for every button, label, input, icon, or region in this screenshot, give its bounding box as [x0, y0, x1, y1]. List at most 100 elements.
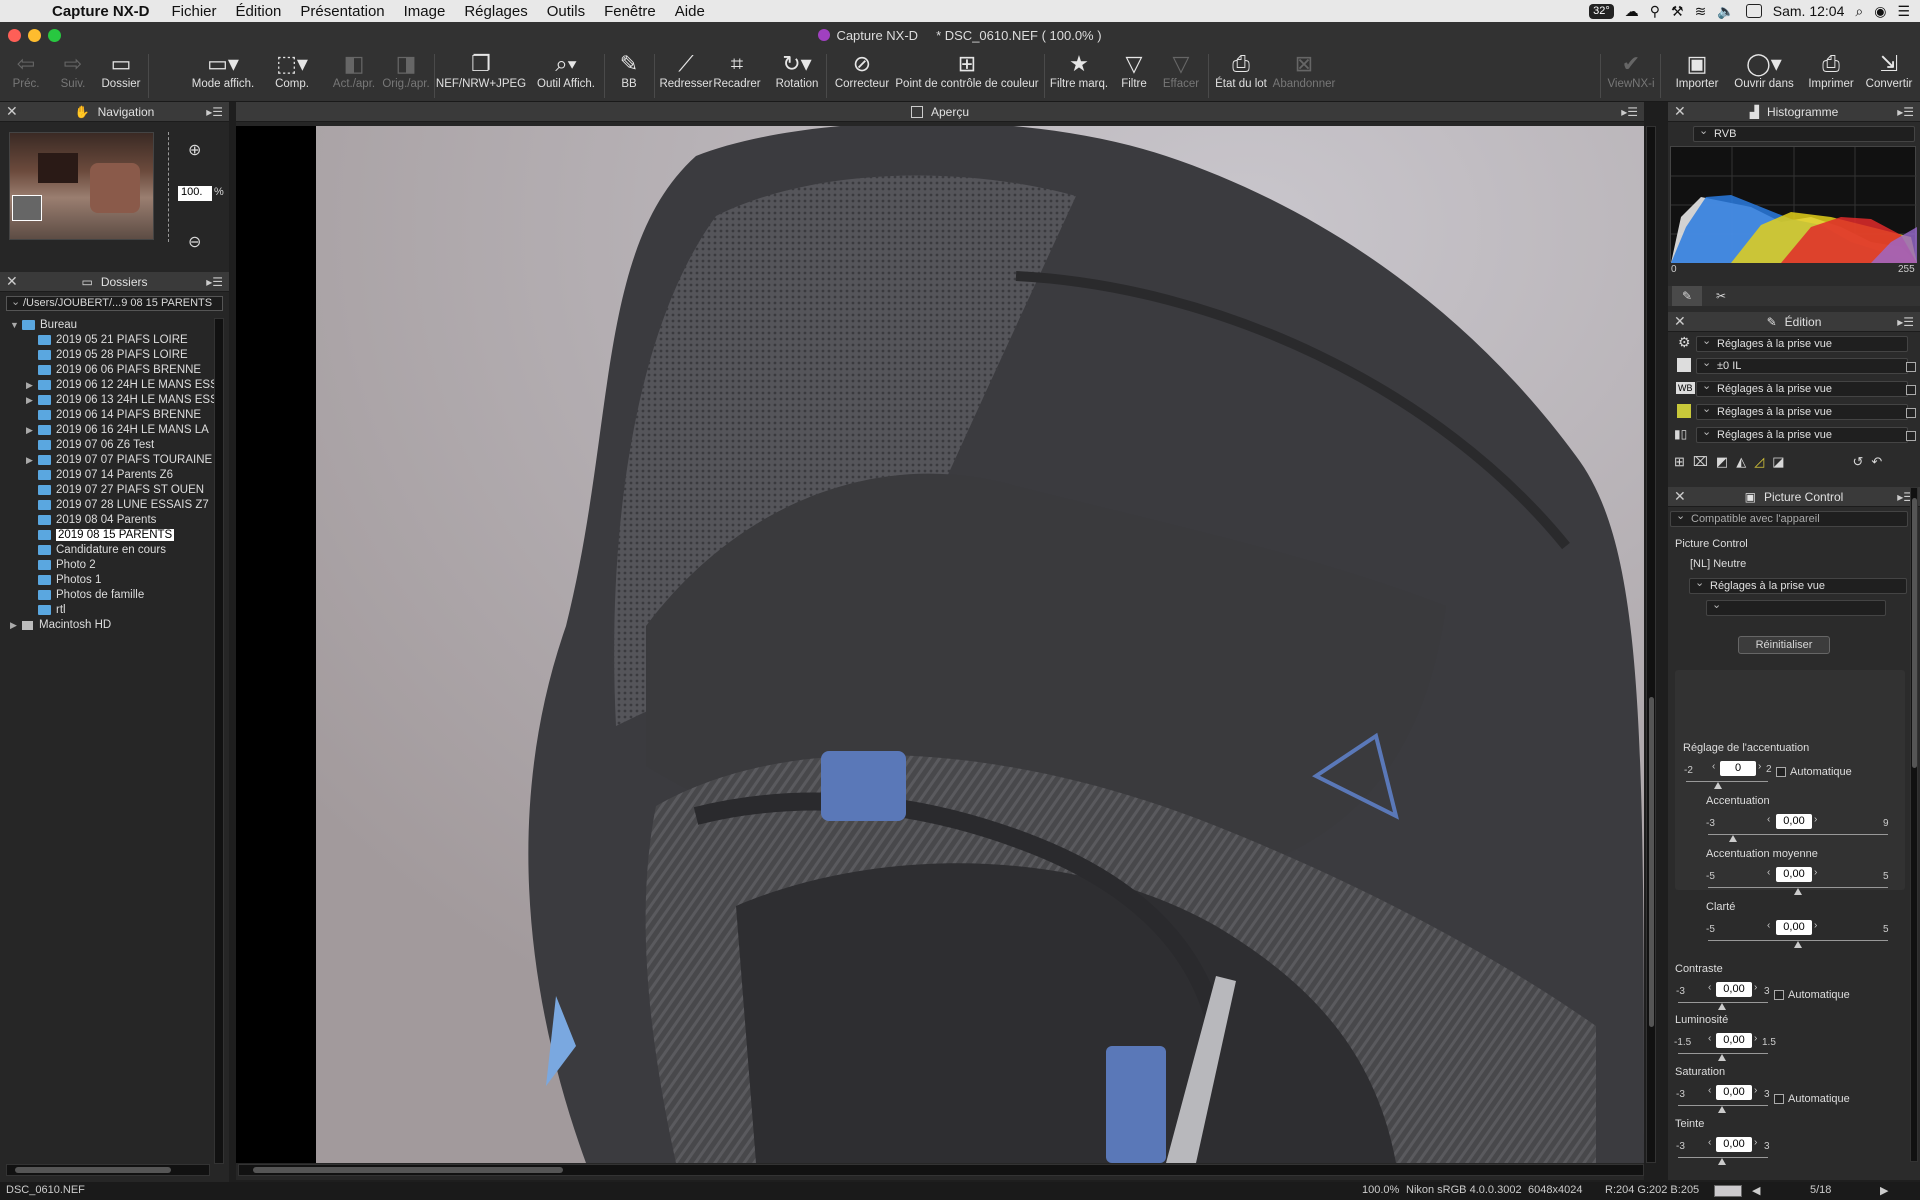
panel-menu-icon[interactable]: ▸☰: [1897, 315, 1914, 329]
close-window-button[interactable]: [8, 29, 21, 42]
convert-button[interactable]: ⇲ Convertir: [1864, 50, 1914, 102]
panel-menu-icon[interactable]: ▸☰: [206, 105, 223, 119]
compat-select[interactable]: Compatible avec l'appareil: [1670, 509, 1908, 527]
zoom-in-icon[interactable]: ⊕: [188, 140, 201, 160]
viewnx-button[interactable]: ✔ ViewNX-i: [1607, 50, 1655, 102]
zoom-input[interactable]: 100.: [178, 186, 212, 201]
contrast-auto-checkbox[interactable]: [1774, 990, 1784, 1000]
original-after-button[interactable]: ◨ Orig./apr.: [379, 50, 433, 102]
tree-item[interactable]: rtl: [38, 603, 66, 617]
contrast-knob[interactable]: [1718, 1003, 1726, 1010]
viewer-vscrollbar[interactable]: [1646, 126, 1656, 1163]
tone-select[interactable]: Réglages à la prise vue: [1696, 425, 1908, 443]
color-control-point-button[interactable]: ⊞ Point de contrôle de couleur: [892, 50, 1042, 102]
folder-button[interactable]: ▭ Dossier: [100, 50, 142, 102]
tree-item[interactable]: 2019 06 14 PIAFS BRENNE: [38, 408, 201, 422]
lens-correction-icon[interactable]: ⌧: [1693, 454, 1708, 470]
sharp-adj-input[interactable]: 0: [1720, 761, 1756, 776]
menu-fichier[interactable]: Fichier: [172, 3, 217, 20]
saturation-knob[interactable]: [1718, 1106, 1726, 1113]
tree-item[interactable]: Photo 2: [38, 558, 96, 572]
next-button[interactable]: ⇨ Suiv.: [58, 50, 88, 102]
view-mode-button[interactable]: ▭▾ Mode affich.: [188, 50, 258, 102]
tree-item[interactable]: 2019 07 27 PIAFS ST OUEN: [38, 483, 204, 497]
tree-item[interactable]: 2019 05 28 PIAFS LOIRE: [38, 348, 188, 362]
undo-icon[interactable]: ↶: [1871, 454, 1882, 470]
white-balance-checkbox[interactable]: [1906, 385, 1916, 395]
tree-item[interactable]: 2019 07 06 Z6 Test: [38, 438, 154, 452]
color-adjust-icon[interactable]: ◪: [1772, 454, 1784, 470]
exposure-checkbox[interactable]: [1906, 362, 1916, 372]
expand-arrow-icon[interactable]: ▼: [10, 320, 19, 330]
print-button[interactable]: ⎙ Imprimer: [1806, 50, 1856, 102]
spotlight-search-icon[interactable]: ⌕: [1855, 3, 1863, 20]
battery-icon[interactable]: [1745, 4, 1762, 18]
saturation-auto-checkbox[interactable]: [1774, 1094, 1784, 1104]
close-icon[interactable]: ✕: [1674, 488, 1686, 505]
tree-item[interactable]: 2019 07 07 PIAFS TOURAINE: [38, 453, 212, 467]
picture-control-setting-select[interactable]: Réglages à la prise vue: [1689, 576, 1907, 594]
clarity-knob[interactable]: [1794, 941, 1802, 948]
tree-item-drive[interactable]: Macintosh HD: [22, 618, 111, 632]
panel-menu-icon[interactable]: ▸☰: [206, 275, 223, 289]
hue-knob[interactable]: [1718, 1158, 1726, 1165]
expand-arrow-icon[interactable]: ▶: [10, 620, 17, 631]
view-tool-button[interactable]: ⌕▾ Outil Affich.: [534, 50, 598, 102]
batch-status-button[interactable]: ⎙ État du lot: [1213, 50, 1269, 102]
folder-tree-scrollbar[interactable]: [214, 318, 224, 1164]
tree-item[interactable]: 2019 08 04 Parents: [38, 513, 156, 527]
temperature-badge[interactable]: 32°: [1589, 3, 1614, 19]
notification-icon[interactable]: ⚲: [1650, 3, 1660, 20]
wifi-icon[interactable]: ≋: [1695, 3, 1707, 20]
next-image-icon[interactable]: ▶: [1880, 1184, 1888, 1197]
control-center-icon[interactable]: ☰: [1897, 3, 1910, 20]
clock[interactable]: Sam. 12:04: [1773, 3, 1845, 19]
menu-aide[interactable]: Aide: [675, 3, 705, 20]
expand-arrow-icon[interactable]: ▶: [26, 395, 33, 406]
tools-tab-icon[interactable]: ✂: [1706, 286, 1736, 306]
filter-button[interactable]: ▽ Filtre: [1120, 50, 1148, 102]
hue-input[interactable]: 0,00: [1716, 1137, 1752, 1152]
crop-button[interactable]: ⌗ Recadrer: [712, 50, 762, 102]
mid-sharp-input[interactable]: 0,00: [1776, 867, 1812, 882]
zoom-window-button[interactable]: [48, 29, 61, 42]
sharp-adj-knob[interactable]: [1714, 782, 1722, 789]
tree-item[interactable]: 2019 06 12 24H LE MANS ESS: [38, 378, 218, 392]
brightness-input[interactable]: 0,00: [1716, 1033, 1752, 1048]
import-button[interactable]: ▣ Importer: [1672, 50, 1722, 102]
history-icon[interactable]: ↺: [1852, 454, 1863, 470]
reset-button[interactable]: Réinitialiser: [1738, 636, 1830, 654]
folder-path-dropdown[interactable]: ⌄/Users/JOUBERT/...9 08 15 PARENTS: [6, 296, 223, 311]
brightness-knob[interactable]: [1718, 1054, 1726, 1061]
tree-item[interactable]: 2019 07 28 LUNE ESSAIS Z7: [38, 498, 209, 512]
open-in-button[interactable]: ◯▾ Ouvrir dans: [1732, 50, 1796, 102]
white-balance-button[interactable]: ✎ BB: [618, 50, 640, 102]
menu-reglages[interactable]: Réglages: [464, 3, 527, 20]
tools-icon[interactable]: ⚒: [1671, 3, 1684, 20]
saturation-input[interactable]: 0,00: [1716, 1085, 1752, 1100]
previous-button[interactable]: ⇦ Préc.: [10, 50, 42, 102]
noise-reduction-icon[interactable]: ⊞: [1674, 454, 1685, 470]
tree-item-bureau[interactable]: Bureau: [22, 318, 77, 332]
tree-item[interactable]: 2019 06 16 24H LE MANS LA: [38, 423, 209, 437]
tree-item[interactable]: 2019 06 06 PIAFS BRENNE: [38, 363, 201, 377]
tree-item[interactable]: 2019 06 13 24H LE MANS ESS: [38, 393, 218, 407]
levels-icon[interactable]: ◩: [1716, 454, 1728, 470]
sharp-adj-auto-checkbox[interactable]: [1776, 767, 1786, 777]
straighten-button[interactable]: ⟋ Redresser: [659, 50, 713, 102]
close-icon[interactable]: ✕: [6, 103, 18, 120]
sharpening-knob[interactable]: [1729, 835, 1737, 842]
expand-arrow-icon[interactable]: ▶: [26, 455, 33, 466]
viewer-hscrollbar[interactable]: [238, 1164, 1644, 1176]
label-filter-button[interactable]: ★ Filtre marq.: [1048, 50, 1110, 102]
tree-item[interactable]: Photos de famille: [38, 588, 144, 602]
tree-item[interactable]: 2019 07 14 Parents Z6: [38, 468, 173, 482]
tree-item[interactable]: Photos 1: [38, 573, 101, 587]
panel-menu-icon[interactable]: ▸☰: [1621, 105, 1638, 119]
retouch-button[interactable]: ⊘ Correcteur: [834, 50, 890, 102]
before-after-button[interactable]: ◧ Act./apr.: [329, 50, 379, 102]
expand-arrow-icon[interactable]: ▶: [26, 380, 33, 391]
preview-checkbox[interactable]: [910, 105, 923, 118]
tone-checkbox[interactable]: [1906, 431, 1916, 441]
curves-icon[interactable]: ◿: [1754, 454, 1764, 470]
